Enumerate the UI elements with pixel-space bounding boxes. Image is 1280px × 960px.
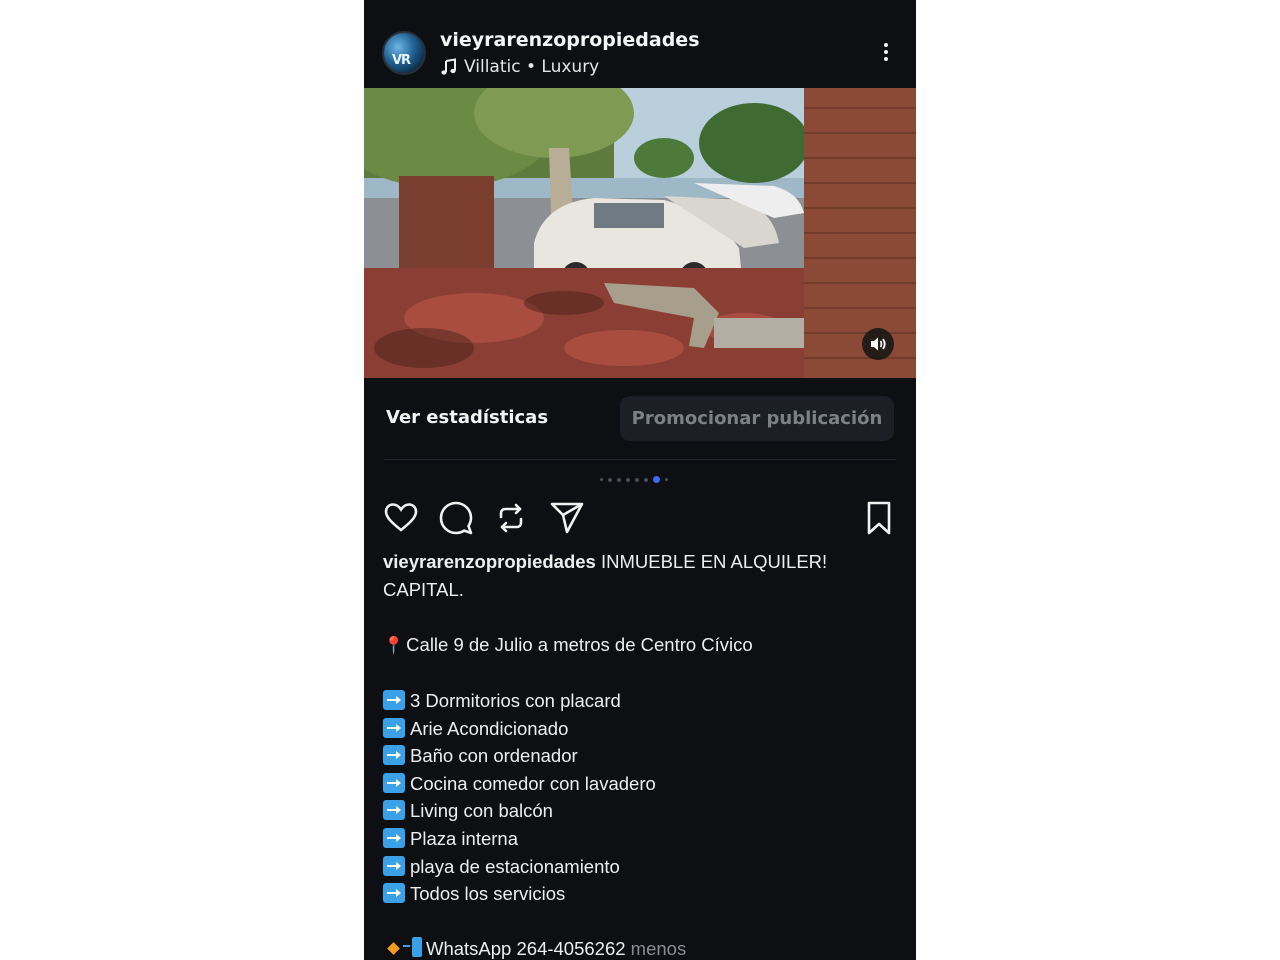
carousel-dot xyxy=(600,478,603,481)
divider xyxy=(384,459,896,460)
bookmark-icon xyxy=(867,501,891,535)
carousel-indicator xyxy=(600,476,668,483)
avatar-logo-text: VR xyxy=(392,53,411,68)
feature-item: Plaza interna xyxy=(383,825,883,853)
feature-item: Cocina comedor con lavadero xyxy=(383,770,883,798)
post-photo[interactable] xyxy=(364,88,916,378)
orange-diamond-icon xyxy=(387,942,400,956)
carousel-dot xyxy=(626,477,630,482)
comment-button[interactable] xyxy=(438,500,474,536)
feature-item: Living con balcón xyxy=(383,797,883,825)
view-insights-link[interactable]: Ver estadísticas xyxy=(386,407,548,428)
heart-icon xyxy=(384,503,418,532)
carousel-dot xyxy=(617,477,621,482)
comment-icon xyxy=(439,501,473,535)
avatar[interactable]: VR xyxy=(382,31,426,75)
carousel-dot xyxy=(644,477,648,482)
caption-headline-line2: CAPITAL. xyxy=(383,578,464,600)
save-button[interactable] xyxy=(861,500,897,536)
carousel-dot xyxy=(608,477,612,482)
right-arrow-icon xyxy=(383,745,405,766)
right-arrow-icon xyxy=(383,827,405,848)
caption-username[interactable]: vieyrarenzopropiedades xyxy=(383,551,596,572)
show-less-link[interactable]: menos xyxy=(626,938,687,959)
repost-icon xyxy=(499,503,523,533)
carousel-dot-active xyxy=(653,476,660,483)
post-caption: vieyrarenzopropiedades INMUEBLE EN ALQUI… xyxy=(383,548,883,960)
send-icon xyxy=(550,502,584,534)
pin-icon: 📍 xyxy=(383,635,405,655)
mute-toggle[interactable] xyxy=(862,328,894,360)
audio-attribution[interactable]: Villatic • Luxury xyxy=(440,57,599,77)
mobile-phone-icon xyxy=(403,937,425,959)
feature-item: Baño con ordenador xyxy=(383,742,883,770)
audio-label: Villatic • Luxury xyxy=(464,57,600,77)
caption-location: 📍 Calle 9 de Julio a metros de Centro Cív… xyxy=(383,631,883,660)
right-arrow-icon xyxy=(383,717,405,738)
like-button[interactable] xyxy=(383,500,419,536)
feature-item: 3 Dormitorios con placard xyxy=(383,687,883,715)
location-text: Calle 9 de Julio a metros de Centro Cívi… xyxy=(406,633,753,655)
music-note-icon xyxy=(441,58,456,75)
right-arrow-icon xyxy=(383,772,405,793)
right-arrow-icon xyxy=(383,800,405,821)
feature-item: Todos los servicios xyxy=(383,880,883,908)
promote-post-button[interactable]: Promocionar publicación xyxy=(620,396,894,441)
share-button[interactable] xyxy=(549,500,585,536)
carousel-dot xyxy=(635,477,639,482)
instagram-post-screen: VR vieyrarenzopropiedades Villatic • Lux… xyxy=(364,0,916,960)
caption-headline: vieyrarenzopropiedades INMUEBLE EN ALQUI… xyxy=(383,548,883,576)
post-header: VR vieyrarenzopropiedades Villatic • Lux… xyxy=(364,0,916,88)
contact-text: WhatsApp 264-4056262 xyxy=(426,938,626,960)
more-options-icon[interactable] xyxy=(878,40,894,68)
speaker-icon xyxy=(871,337,886,351)
feature-item: Arie Acondicionado xyxy=(383,715,883,743)
right-arrow-icon xyxy=(383,855,405,876)
carousel-dot xyxy=(665,478,668,481)
right-arrow-icon xyxy=(383,883,405,904)
feature-item: playa de estacionamiento xyxy=(383,853,883,881)
caption-contact: WhatsApp 264-4056262 menos xyxy=(383,935,883,960)
post-username[interactable]: vieyrarenzopropiedades xyxy=(440,29,700,51)
repost-button[interactable] xyxy=(493,500,529,536)
street-scene-image xyxy=(364,88,916,378)
right-arrow-icon xyxy=(383,689,405,710)
caption-headline-text: INMUEBLE EN ALQUILER! xyxy=(595,551,828,572)
